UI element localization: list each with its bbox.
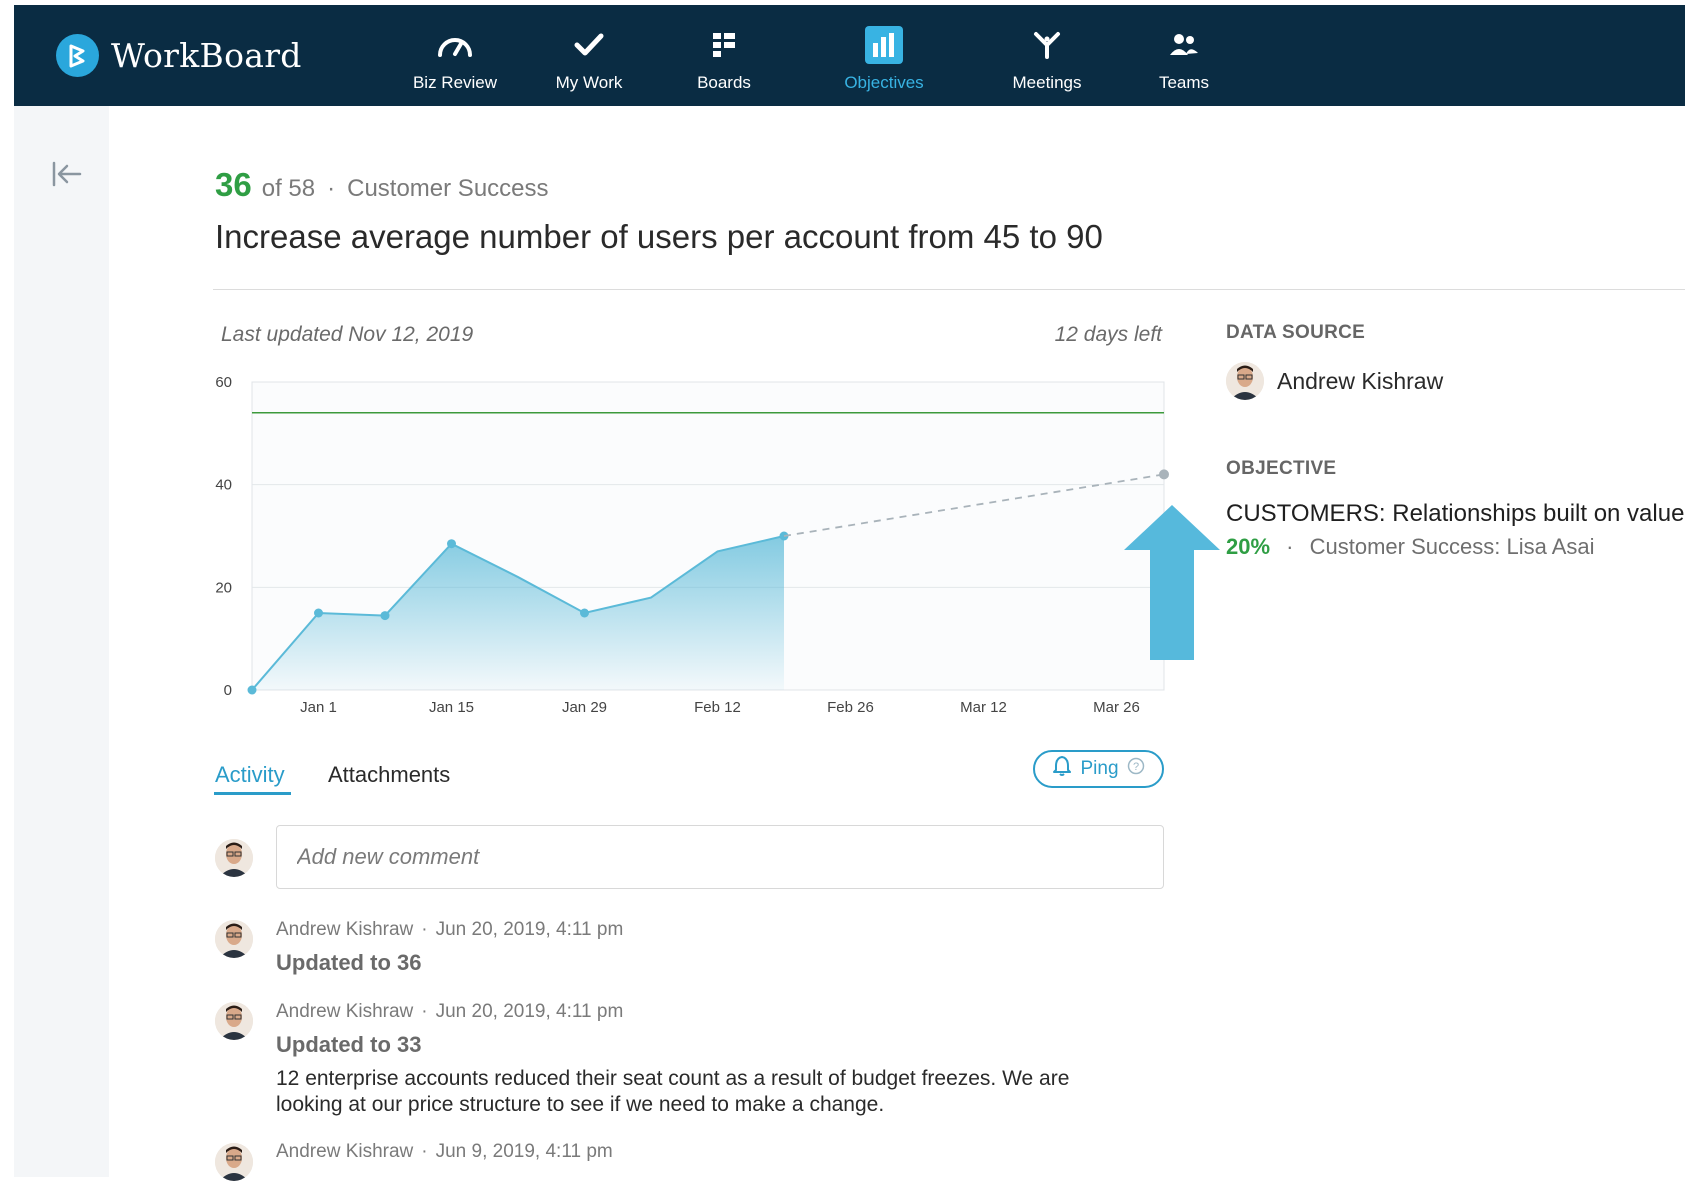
x-tick-label: Jan 1 — [300, 699, 337, 716]
y-tick-label: 60 — [215, 374, 232, 391]
objective-meta: 20% · Customer Success: Lisa Asai — [1226, 534, 1595, 560]
last-updated-label: Last updated Nov 12, 2019 — [221, 323, 474, 346]
actual-point — [314, 608, 323, 618]
data-source-owner[interactable]: Andrew Kishraw — [1226, 362, 1443, 400]
activity-item: Andrew Kishraw · Jun 20, 2019, 4:11 pm Upd… — [276, 919, 1176, 976]
tab-activity[interactable]: Activity — [215, 762, 285, 788]
header-separator: · — [327, 175, 336, 202]
y-tick-label: 20 — [215, 579, 232, 596]
activity-time: Jun 20, 2019, 4:11 pm — [435, 919, 624, 940]
meetings-icon — [1032, 25, 1062, 65]
nav-biz-review[interactable]: Biz Review — [392, 25, 518, 97]
objective-heading: OBJECTIVE — [1226, 458, 1337, 479]
collapse-sidebar-icon[interactable] — [51, 161, 83, 192]
ping-button[interactable]: Ping ? — [1033, 750, 1164, 788]
nav-label: Objectives — [844, 73, 924, 92]
x-tick-label: Feb 26 — [827, 699, 874, 716]
objective-owner: Customer Success: Lisa Asai — [1309, 534, 1595, 559]
nav-label: Meetings — [1012, 73, 1082, 92]
activity-item: Andrew Kishraw · Jun 20, 2019, 4:11 pm Upd… — [276, 1001, 1176, 1118]
activity-separator: · — [421, 1141, 428, 1162]
avatar — [1226, 362, 1264, 400]
actual-point — [247, 685, 257, 695]
up-arrow-callout-icon — [1124, 505, 1220, 660]
checkmark-icon — [573, 25, 605, 65]
avatar — [215, 1002, 253, 1040]
x-tick-label: Mar 26 — [1093, 699, 1140, 716]
current-user-avatar — [215, 839, 253, 877]
x-tick-label: Jan 29 — [562, 699, 607, 716]
objective-progress: 20% — [1226, 534, 1271, 559]
page-title: Increase average number of users per acc… — [215, 218, 1103, 255]
avatar — [215, 920, 253, 958]
actual-point — [380, 611, 390, 621]
svg-text:?: ? — [1132, 761, 1138, 773]
x-tick-label: Feb 12 — [694, 699, 741, 716]
app-name: WorkBoard — [111, 36, 302, 75]
left-sidebar — [14, 106, 109, 1177]
activity-note: 12 enterprise accounts reduced their sea… — [276, 1067, 1070, 1116]
objective-separator: · — [1286, 534, 1294, 559]
x-tick-label: Jan 15 — [429, 699, 474, 716]
help-icon[interactable]: ? — [1127, 757, 1145, 781]
nav-my-work[interactable]: My Work — [532, 25, 646, 97]
header-divider — [213, 289, 1685, 290]
activity-meta: Andrew Kishraw · Jun 20, 2019, 4:11 pm — [276, 919, 1176, 941]
key-result-position: 36 — [215, 166, 252, 203]
team-name[interactable]: Customer Success — [347, 175, 548, 203]
activity-author[interactable]: Andrew Kishraw — [276, 919, 413, 940]
activity-item: Andrew Kishraw · Jun 9, 2019, 4:11 pm — [276, 1141, 1176, 1163]
activity-separator: · — [421, 919, 428, 940]
app-logo[interactable]: WorkBoard — [56, 34, 302, 77]
data-source-name: Andrew Kishraw — [1277, 367, 1444, 394]
activity-separator: · — [421, 1001, 428, 1022]
speedometer-icon — [436, 25, 474, 65]
nav-label: Teams — [1158, 73, 1210, 92]
window-frame-left — [0, 0, 14, 1177]
progress-chart: 0 20 40 60 Jan 1 Jan 15 Jan 29 Feb 12 Feb 26 Mar … — [215, 374, 1169, 716]
activity-author[interactable]: Andrew Kishraw — [276, 1001, 413, 1022]
y-tick-label: 40 — [215, 477, 232, 494]
activity-time: Jun 20, 2019, 4:11 pm — [435, 1001, 624, 1022]
nav-objectives[interactable]: Objectives — [824, 25, 944, 97]
activity-time: Jun 9, 2019, 4:11 pm — [435, 1141, 613, 1162]
activity-meta: Andrew Kishraw · Jun 9, 2019, 4:11 pm — [276, 1141, 1176, 1163]
nav-boards[interactable]: Boards — [676, 25, 772, 97]
actual-point — [580, 608, 589, 618]
nav-teams[interactable]: Teams — [1144, 25, 1224, 97]
data-source-heading: DATA SOURCE — [1226, 322, 1366, 343]
activity-meta: Andrew Kishraw · Jun 20, 2019, 4:11 pm — [276, 1001, 1176, 1023]
tab-attachments[interactable]: Attachments — [328, 762, 450, 788]
objective-link[interactable]: CUSTOMERS: Relationships built on value — [1226, 500, 1685, 528]
bar-chart-icon — [864, 25, 904, 65]
active-tab-underline — [214, 792, 291, 795]
top-navigation-bar: WorkBoard Biz Review My Work Boards Obje… — [14, 5, 1685, 106]
y-tick-label: 0 — [224, 682, 232, 699]
bell-icon — [1052, 755, 1072, 783]
teams-icon — [1168, 25, 1200, 65]
boards-grid-icon — [711, 25, 737, 65]
activity-update: Updated to 33 — [276, 1032, 422, 1057]
activity-update: Updated to 36 — [276, 950, 422, 975]
key-result-total: of 58 — [261, 175, 316, 202]
ping-label: Ping — [1080, 758, 1119, 779]
key-result-header: 36 of 58 · Customer Success — [215, 166, 549, 204]
x-tick-label: Mar 12 — [960, 699, 1007, 716]
projection-point — [1159, 469, 1169, 480]
days-left-label: 12 days left — [1054, 323, 1162, 346]
actual-point — [447, 539, 456, 549]
workboard-logo-icon — [56, 34, 99, 77]
activity-author[interactable]: Andrew Kishraw — [276, 1141, 413, 1162]
avatar — [215, 1143, 253, 1181]
nav-label: Biz Review — [412, 73, 498, 92]
nav-label: Boards — [697, 73, 751, 92]
nav-meetings[interactable]: Meetings — [996, 25, 1098, 97]
add-comment-input[interactable] — [276, 825, 1164, 889]
nav-label: My Work — [555, 73, 623, 92]
